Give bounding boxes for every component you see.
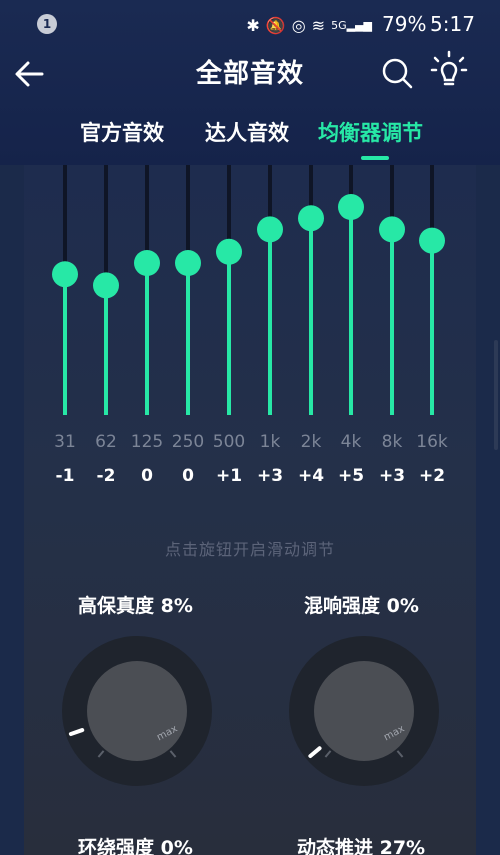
light-bulb-button[interactable]: [430, 50, 468, 90]
dynamic-boost-title: 动态推进 27%: [297, 837, 426, 855]
notification-badge: 1: [37, 14, 57, 34]
tab-equalizer[interactable]: 均衡器调节: [318, 116, 423, 150]
eq-handle-1k[interactable]: [257, 216, 283, 243]
status-icons: ✱ 🔕 ◎ ≋ 5G▂▄▆: [246, 14, 372, 36]
tab-expert-effects[interactable]: 达人音效: [205, 116, 289, 150]
eq-handle-2k[interactable]: [298, 205, 324, 232]
knob-face: [87, 661, 187, 761]
eq-handle-16k[interactable]: [419, 227, 445, 254]
signal-icon: 5G▂▄▆: [331, 18, 372, 32]
eq-handle-250[interactable]: [175, 250, 201, 276]
wifi-icon: ≋: [311, 15, 326, 35]
freq-label-16k: 16k: [416, 432, 448, 452]
clock: 5:17: [430, 12, 475, 36]
bluetooth-icon: ✱: [246, 15, 260, 35]
equalizer-sliders: [52, 165, 445, 415]
reverb-knob[interactable]: max: [288, 635, 440, 787]
tab-official-effects[interactable]: 官方音效: [80, 116, 164, 150]
mute-icon: 🔕: [265, 15, 286, 35]
light-bulb-icon: [430, 50, 468, 86]
search-button[interactable]: [380, 56, 414, 90]
eq-handle-8k[interactable]: [379, 216, 405, 243]
active-tab-indicator: [361, 156, 389, 160]
fidelity-title: 高保真度 8%: [78, 595, 193, 617]
eq-handle-62[interactable]: [93, 272, 119, 299]
eq-handle-125[interactable]: [134, 250, 160, 276]
gain-labels: -1 -2 0 0 +1 +3 +4 +5 +3 +2: [0, 466, 500, 490]
gain-label-16k: +2: [418, 466, 446, 486]
reverb-title: 混响强度 0%: [304, 595, 419, 617]
knob-hint: 点击旋钮开启滑动调节: [164, 540, 335, 559]
eq-handle-4k[interactable]: [338, 194, 364, 220]
frequency-labels: 31 62 125 250 500 1k 2k 4k 8k 16k: [0, 432, 500, 456]
hotspot-icon: ◎: [291, 15, 306, 35]
search-icon: [382, 58, 413, 89]
page-title: 全部音效: [195, 59, 304, 89]
eq-handle-500[interactable]: [216, 238, 242, 265]
status-bar: 1 ✱ 🔕 ◎ ≋ 5G▂▄▆ 79% 5:17: [0, 0, 500, 50]
eq-handle-31[interactable]: [52, 261, 78, 288]
battery-level: 79%: [382, 12, 427, 36]
fidelity-knob[interactable]: max: [61, 635, 213, 787]
tab-bar: 官方音效 达人音效 均衡器调节: [0, 116, 500, 156]
knob-face: [314, 661, 414, 761]
surround-title: 环绕强度 0%: [78, 837, 193, 855]
